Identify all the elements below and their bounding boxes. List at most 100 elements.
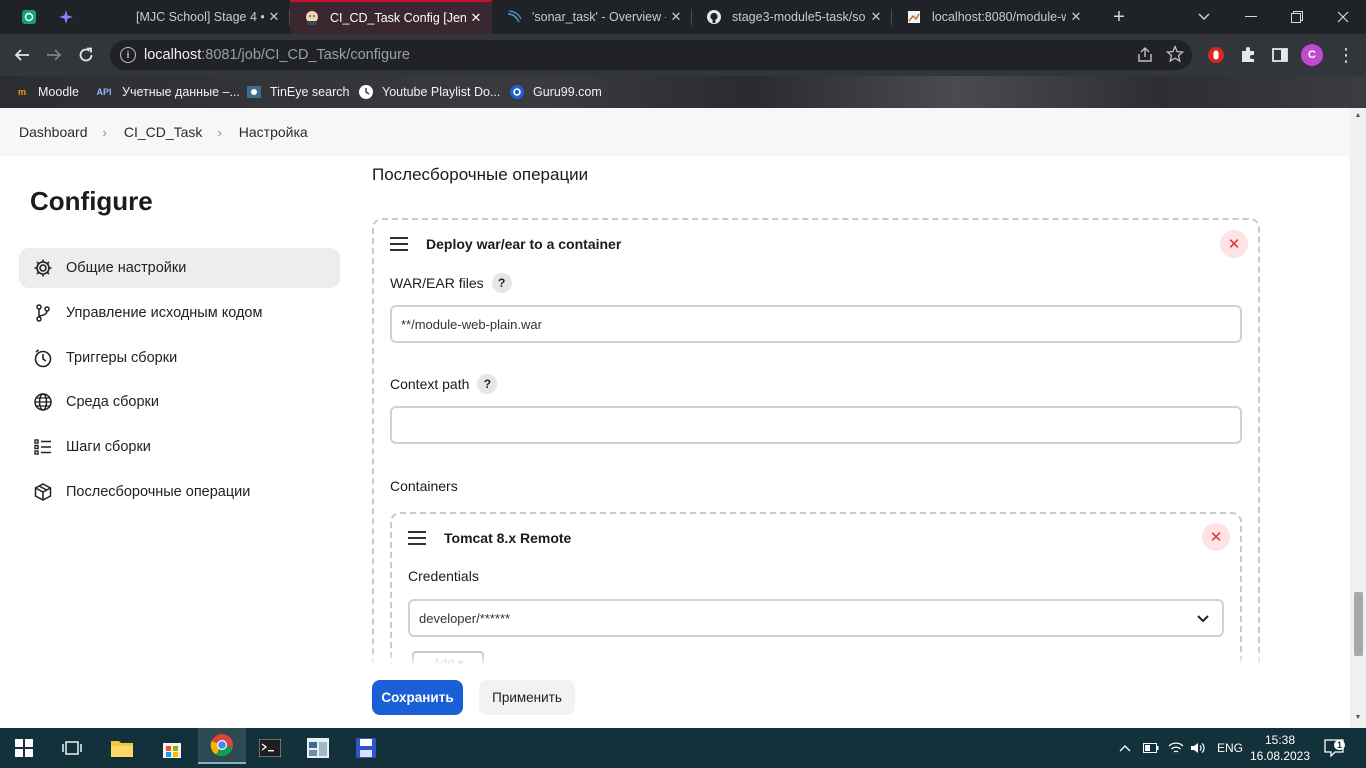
- globe-icon: [31, 390, 55, 414]
- bookmark-credentials[interactable]: API Учетные данные –...: [94, 82, 239, 102]
- sidebar-item-scm[interactable]: Управление исходным кодом: [19, 293, 340, 333]
- jenkins-favicon-icon: [304, 10, 320, 26]
- save-button[interactable]: Сохранить: [372, 680, 463, 715]
- form-actions-bar: [0, 664, 1350, 728]
- war-files-label: WAR/EAR files ?: [390, 273, 512, 293]
- credentials-label: Credentials: [408, 568, 479, 584]
- document-favicon-icon: [906, 9, 922, 25]
- scroll-up-icon[interactable]: ▲: [1354, 112, 1362, 119]
- floppy-save-app-icon[interactable]: [342, 730, 390, 766]
- volume-icon[interactable]: [1190, 728, 1206, 768]
- browser-tab-bar: [MJC School] Stage 4 • Au ✕ CI_CD_Task C…: [0, 0, 1366, 34]
- chevron-right-icon: ›: [102, 124, 107, 140]
- chatgpt-tab-icon[interactable]: [17, 5, 41, 29]
- tab-search-chevron-icon[interactable]: [1181, 0, 1227, 34]
- scroll-down-icon[interactable]: ▼: [1354, 714, 1362, 721]
- credentials-select[interactable]: developer/******: [408, 599, 1224, 637]
- sidebar-item-build-steps[interactable]: Шаги сборки: [19, 427, 340, 467]
- sidebar-item-environment[interactable]: Среда сборки: [19, 382, 340, 422]
- globe-favicon-icon: [110, 9, 126, 25]
- sidebar-item-general[interactable]: Общие настройки: [19, 248, 340, 288]
- browser-menu-icon[interactable]: ⋮: [1334, 43, 1358, 67]
- bookmark-moodle[interactable]: m Moodle: [14, 82, 79, 102]
- battery-icon[interactable]: [1143, 728, 1159, 768]
- gear-icon: [31, 256, 55, 280]
- back-icon[interactable]: [10, 43, 34, 67]
- sonar-favicon-icon: [506, 9, 522, 25]
- close-tab-icon[interactable]: ✕: [666, 9, 686, 25]
- page-title: Configure: [30, 186, 153, 216]
- windows-taskbar: ENG 15:38 16.08.2023 1: [0, 728, 1366, 768]
- share-icon[interactable]: [1136, 46, 1154, 69]
- close-window-icon[interactable]: [1320, 0, 1366, 34]
- bookmark-tineye[interactable]: TinEye search: [246, 82, 349, 102]
- restore-icon[interactable]: [1274, 0, 1320, 34]
- windows-start-icon[interactable]: [0, 730, 48, 766]
- profile-avatar[interactable]: C: [1300, 43, 1324, 67]
- apply-button[interactable]: Применить: [479, 680, 575, 715]
- side-panel-icon[interactable]: [1268, 43, 1292, 67]
- tab-localhost-8080[interactable]: localhost:8080/module-w ✕: [892, 0, 1092, 34]
- bookmarks-bar: m Moodle API Учетные данные –... TinEye …: [0, 76, 1366, 108]
- forward-icon[interactable]: [42, 43, 66, 67]
- notification-count-badge: 1: [1334, 740, 1346, 750]
- task-view-icon[interactable]: [48, 730, 96, 766]
- app-window-icon[interactable]: [294, 730, 342, 766]
- sidebar-item-post-build[interactable]: Послесборочные операции: [19, 472, 340, 512]
- chrome-taskbar-icon[interactable]: [198, 728, 246, 764]
- store-icon[interactable]: [148, 730, 196, 766]
- package-icon: [31, 480, 55, 504]
- tab-jenkins-config[interactable]: CI_CD_Task Config [Jenkin ✕: [290, 0, 492, 34]
- breadcrumb-configure[interactable]: Настройка: [239, 124, 308, 140]
- remove-container-button[interactable]: ✕: [1202, 523, 1230, 551]
- context-path-input[interactable]: [390, 406, 1242, 444]
- tineye-icon: [246, 84, 262, 100]
- chevron-right-icon: ›: [217, 124, 222, 140]
- section-heading-post-build: Послесборочные операции: [372, 165, 589, 184]
- tab-github[interactable]: stage3-module5-task/sor ✕: [692, 0, 892, 34]
- close-tab-icon[interactable]: ✕: [1066, 9, 1086, 25]
- clock-icon: [31, 346, 55, 370]
- help-icon[interactable]: ?: [491, 273, 512, 293]
- containers-label: Containers: [390, 478, 458, 494]
- close-tab-icon[interactable]: ✕: [866, 9, 886, 25]
- gemini-tab-icon[interactable]: [54, 5, 78, 29]
- moodle-icon: m: [17, 87, 26, 97]
- terminal-icon[interactable]: [246, 730, 294, 766]
- site-info-icon[interactable]: i: [120, 47, 136, 63]
- breadcrumb-job[interactable]: CI_CD_Task: [124, 124, 203, 140]
- tab-mjc-school[interactable]: [MJC School] Stage 4 • Au ✕: [96, 0, 290, 34]
- notifications-icon[interactable]: 1: [1324, 728, 1346, 768]
- remove-step-button[interactable]: ✕: [1220, 230, 1248, 258]
- war-files-input[interactable]: **/module-web-plain.war: [390, 305, 1242, 343]
- close-tab-icon[interactable]: ✕: [466, 10, 486, 26]
- tab-sonar[interactable]: 'sonar_task' - Overview - S ✕: [492, 0, 692, 34]
- extension-record-icon[interactable]: [1204, 43, 1228, 67]
- breadcrumb: Dashboard › CI_CD_Task › Настройка: [0, 108, 1350, 156]
- reload-icon[interactable]: [74, 43, 98, 67]
- language-indicator[interactable]: ENG: [1217, 728, 1243, 768]
- breadcrumb-dashboard[interactable]: Dashboard: [19, 124, 88, 140]
- tray-expand-icon[interactable]: [1119, 728, 1131, 768]
- close-tab-icon[interactable]: ✕: [264, 9, 284, 25]
- help-icon[interactable]: ?: [477, 374, 498, 394]
- bookmark-guru99[interactable]: Guru99.com: [509, 82, 602, 102]
- clock[interactable]: 15:38 16.08.2023: [1250, 728, 1310, 768]
- drag-handle-icon[interactable]: [408, 531, 426, 545]
- minimize-icon[interactable]: [1228, 0, 1274, 34]
- wifi-icon[interactable]: [1168, 728, 1184, 768]
- extensions-puzzle-icon[interactable]: [1236, 43, 1260, 67]
- drag-handle-icon[interactable]: [390, 237, 408, 251]
- bookmark-star-icon[interactable]: [1165, 44, 1185, 68]
- page-scrollbar[interactable]: ▲ ▼: [1350, 108, 1366, 728]
- guru99-icon: [509, 84, 525, 100]
- sidebar-item-triggers[interactable]: Триггеры сборки: [19, 338, 340, 378]
- file-explorer-icon[interactable]: [98, 730, 146, 766]
- new-tab-icon[interactable]: +: [1107, 5, 1131, 29]
- clock-bookmark-icon: [358, 84, 374, 100]
- bookmark-youtube-playlist[interactable]: Youtube Playlist Do...: [358, 82, 500, 102]
- deploy-step-header: Deploy war/ear to a container: [390, 236, 621, 252]
- scrollbar-thumb[interactable]: [1354, 592, 1363, 656]
- branch-icon: [31, 301, 55, 325]
- url-bar[interactable]: i localhost:8081/job/CI_CD_Task/configur…: [110, 40, 1192, 70]
